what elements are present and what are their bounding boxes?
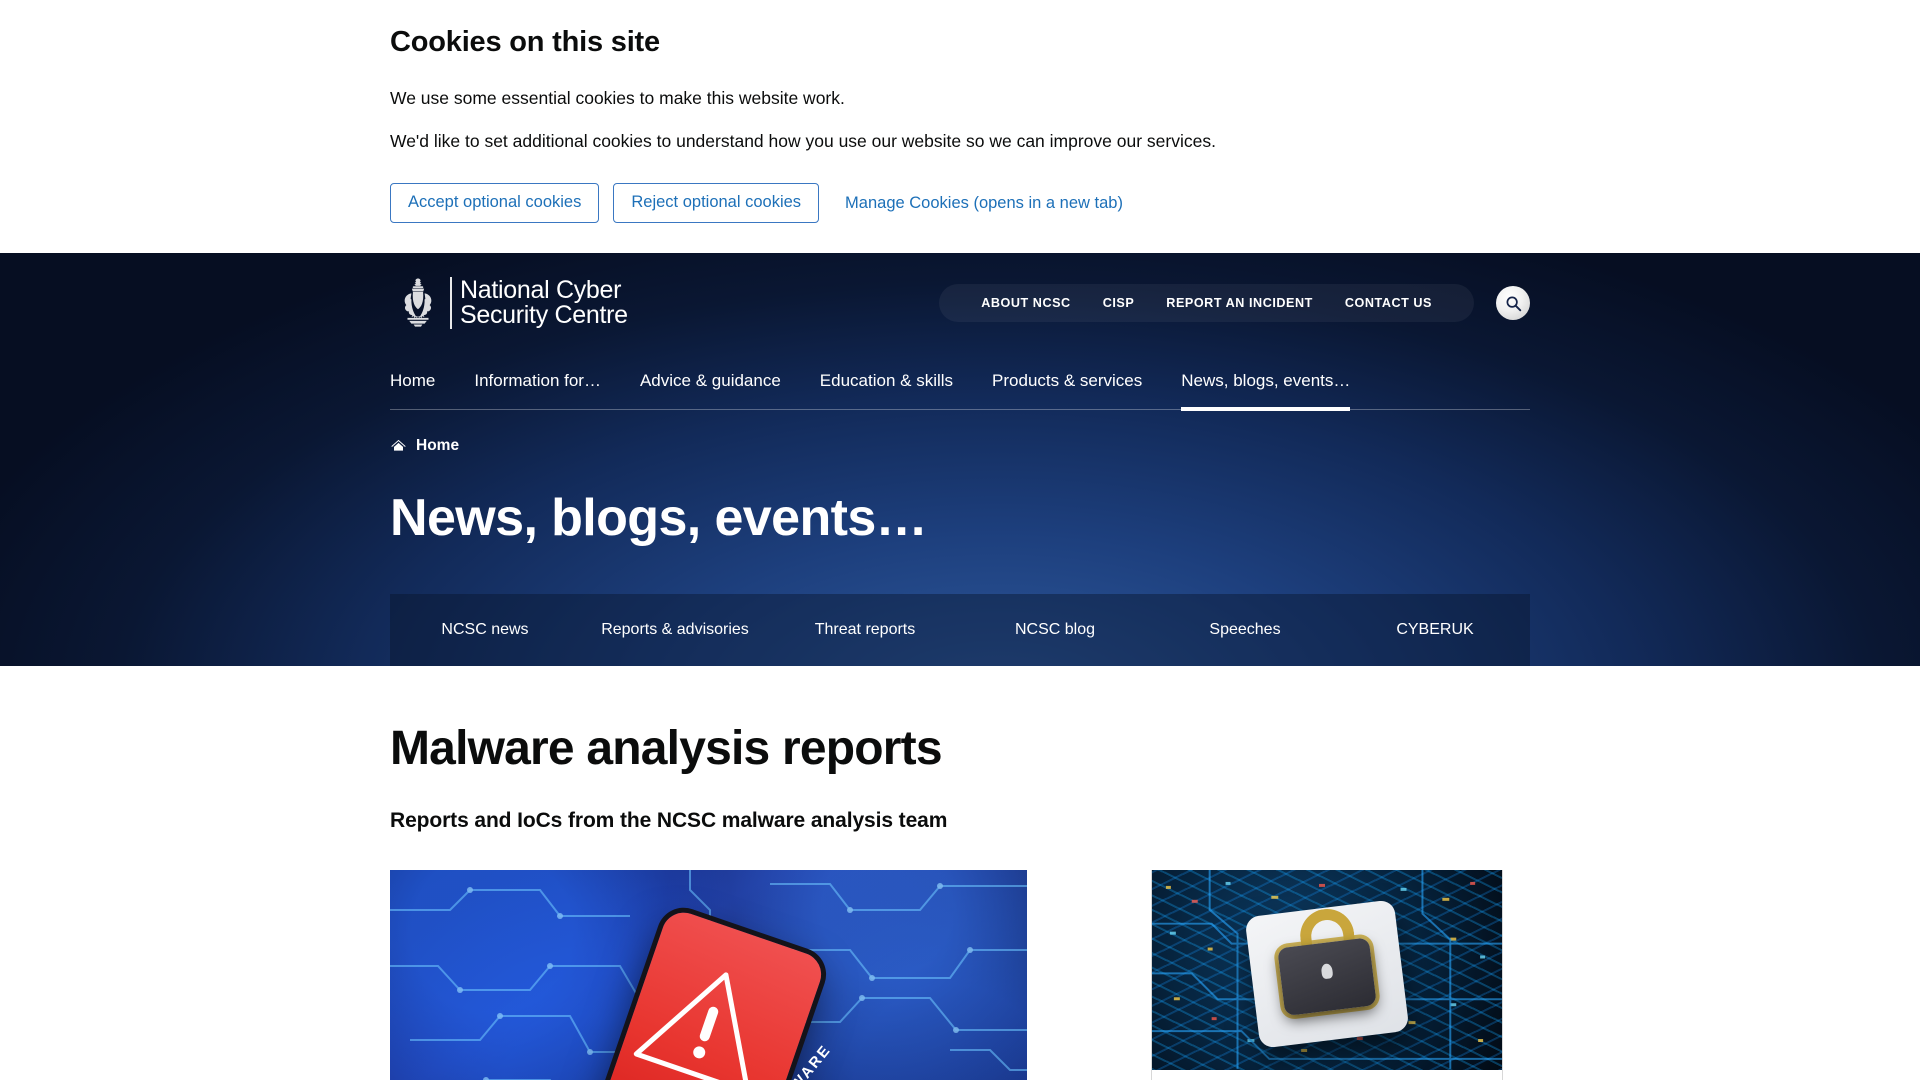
card-padlock-report[interactable] <box>1151 869 1503 1080</box>
breadcrumb-home-link[interactable]: Home <box>416 437 459 455</box>
masthead: National Cyber Security Centre ABOUT NCS… <box>390 253 1530 353</box>
card-malware-report[interactable]: MALWARE <box>390 869 1027 1080</box>
malware-phone-warning-image: MALWARE <box>390 869 1027 1080</box>
page-title: News, blogs, events… <box>390 489 928 548</box>
utility-nav-cisp[interactable]: CISP <box>1087 296 1151 310</box>
home-icon <box>390 439 407 454</box>
reject-optional-cookies-button[interactable]: Reject optional cookies <box>613 183 820 224</box>
logo-wordmark: National Cyber Security Centre <box>460 275 628 330</box>
logo-line-2: Security Centre <box>460 301 628 330</box>
manage-cookies-link[interactable]: Manage Cookies (opens in a new tab) <box>845 194 1123 213</box>
section-tabs: NCSC news Reports & advisories Threat re… <box>390 593 1530 666</box>
cookie-banner-paragraph-2: We'd like to set additional cookies to u… <box>390 130 1216 151</box>
breadcrumb: Home <box>390 410 1530 455</box>
cookie-banner-title: Cookies on this site <box>390 26 660 58</box>
utility-nav-about-ncsc[interactable]: ABOUT NCSC <box>965 296 1086 310</box>
main-nav-information-for[interactable]: Information for… <box>474 363 601 409</box>
search-icon[interactable] <box>1496 286 1530 321</box>
main-nav-news-blogs-events[interactable]: News, blogs, events… <box>1181 363 1351 412</box>
site-logo[interactable]: National Cyber Security Centre <box>390 275 628 331</box>
tab-ncsc-blog[interactable]: NCSC blog <box>960 594 1150 666</box>
logo-divider <box>450 277 452 330</box>
tab-reports-and-advisories[interactable]: Reports & advisories <box>580 594 770 666</box>
tab-cyberuk[interactable]: CYBERUK <box>1340 594 1530 666</box>
main-nav-products-and-services[interactable]: Products & services <box>992 363 1142 409</box>
logo-line-1: National Cyber <box>460 275 622 304</box>
content-heading: Malware analysis reports <box>390 721 943 775</box>
royal-crest-icon <box>390 275 446 331</box>
utility-nav: ABOUT NCSC CISP REPORT AN INCIDENT CONTA… <box>939 284 1474 323</box>
cookie-banner-actions: Accept optional cookies Reject optional … <box>390 183 1530 253</box>
main-nav-education-and-skills[interactable]: Education & skills <box>820 363 953 409</box>
main-nav-home[interactable]: Home <box>390 363 435 409</box>
tab-speeches[interactable]: Speeches <box>1150 594 1340 666</box>
page-root: Cookies on this site We use some essenti… <box>0 0 1920 1080</box>
main-content: Malware analysis reports Reports and IoC… <box>0 665 1920 1080</box>
tab-ncsc-news[interactable]: NCSC news <box>390 594 580 666</box>
accept-optional-cookies-button[interactable]: Accept optional cookies <box>390 183 600 224</box>
content-lede: Reports and IoCs from the NCSC malware a… <box>390 808 948 832</box>
cookie-banner-paragraph-1: We use some essential cookies to make th… <box>390 88 845 108</box>
card-grid: MALWARE <box>390 869 1530 1080</box>
site-header: National Cyber Security Centre ABOUT NCS… <box>0 253 1920 666</box>
utility-nav-contact-us[interactable]: CONTACT US <box>1329 296 1448 310</box>
main-nav: Home Information for… Advice & guidance … <box>390 353 1530 412</box>
section-tabs-wrap: NCSC news Reports & advisories Threat re… <box>0 546 1920 666</box>
tab-threat-reports[interactable]: Threat reports <box>770 594 960 666</box>
cookie-banner: Cookies on this site We use some essenti… <box>0 0 1920 254</box>
padlock-circuit-board-image <box>1152 869 1502 1070</box>
card-body-padlock <box>1152 1069 1502 1080</box>
main-nav-advice-and-guidance[interactable]: Advice & guidance <box>640 363 781 409</box>
utility-nav-report-an-incident[interactable]: REPORT AN INCIDENT <box>1150 296 1329 310</box>
